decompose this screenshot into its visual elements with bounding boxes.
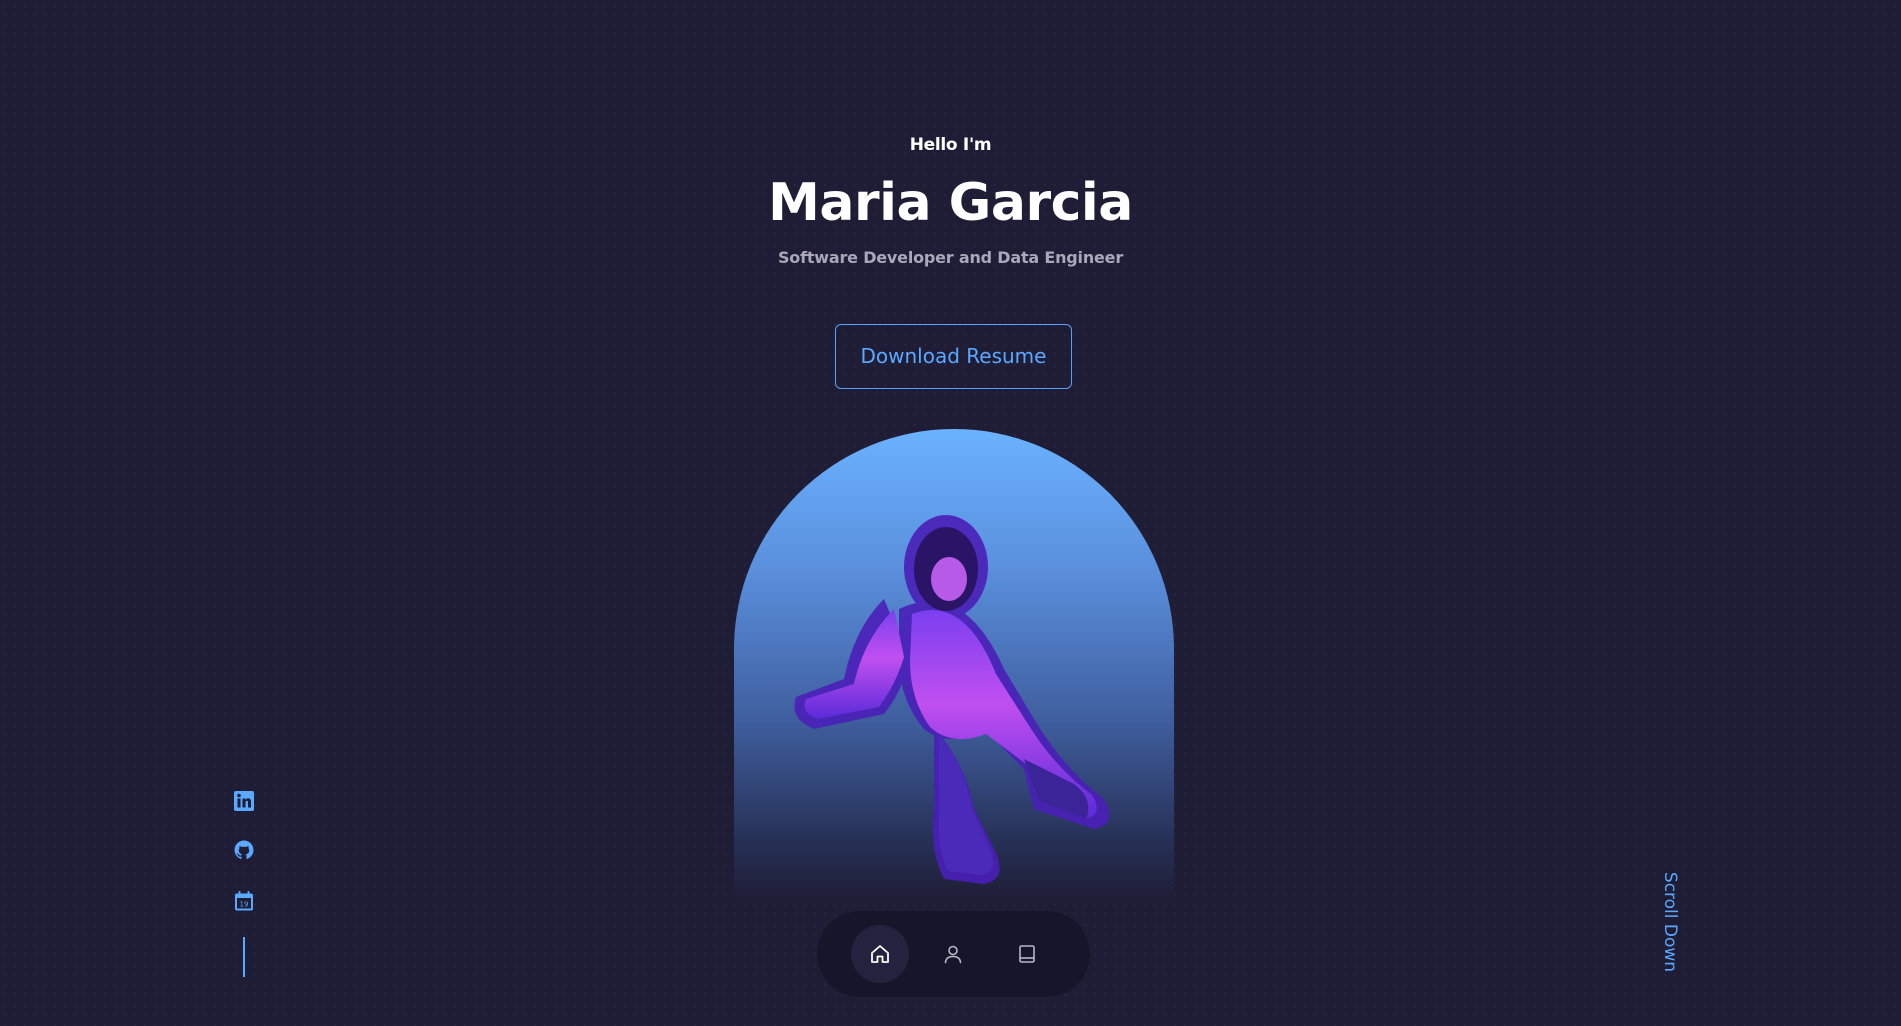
- page: Hello I'm Maria Garcia Software Develope…: [0, 0, 1901, 1026]
- nav-resume[interactable]: [998, 925, 1056, 983]
- scroll-down-link[interactable]: Scroll Down: [1655, 870, 1685, 974]
- greeting-text: Hello I'm: [909, 135, 992, 155]
- nav-about[interactable]: [924, 925, 982, 983]
- calendar-icon: 19: [235, 891, 253, 911]
- calendar-badge: 19: [240, 901, 249, 909]
- download-resume-button[interactable]: Download Resume: [835, 324, 1072, 389]
- linkedin-icon: [234, 791, 254, 811]
- home-icon: [871, 945, 889, 963]
- github-link[interactable]: [232, 838, 256, 862]
- scroll-down-label: Scroll Down: [1660, 871, 1680, 973]
- bottom-navbar: [817, 911, 1090, 997]
- user-icon: [944, 945, 962, 964]
- portrait-illustration: [794, 515, 1110, 884]
- social-divider-line: [243, 937, 245, 977]
- linkedin-link[interactable]: [232, 789, 256, 813]
- github-icon: [234, 840, 254, 859]
- hero-subtitle: Software Developer and Data Engineer: [777, 248, 1124, 267]
- nav-home[interactable]: [851, 925, 909, 983]
- hero-portrait: [734, 429, 1174, 899]
- hero-name: Maria Garcia: [768, 173, 1133, 233]
- book-icon: [1019, 945, 1035, 963]
- calendar-link[interactable]: 19: [232, 889, 256, 913]
